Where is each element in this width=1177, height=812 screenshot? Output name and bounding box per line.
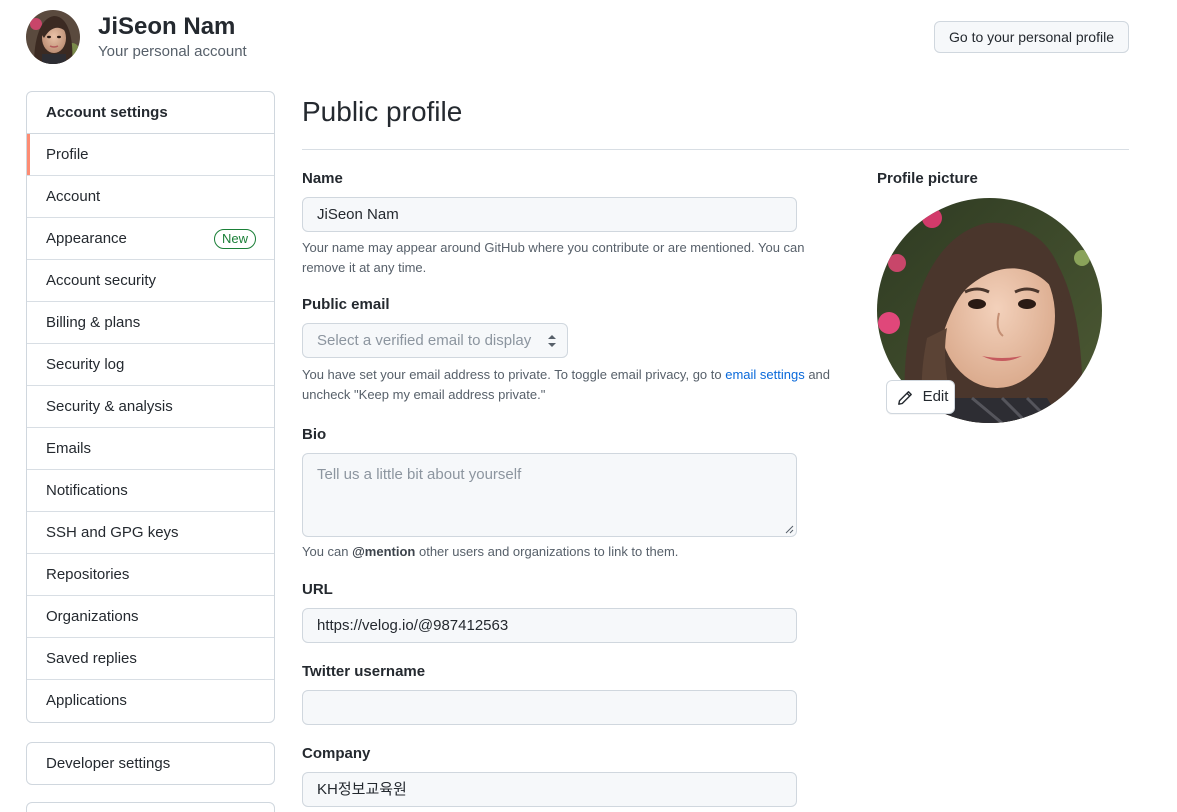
account-header: JiSeon Nam Your personal account Go to y… — [26, 10, 1129, 66]
note-text: other users and organizations to link to… — [415, 544, 679, 559]
avatar[interactable] — [26, 10, 80, 64]
edit-picture-button[interactable]: Edit — [886, 380, 955, 414]
sidebar-item-account[interactable]: Account — [27, 176, 274, 218]
public-email-select[interactable]: Select a verified email to display — [302, 323, 568, 358]
sidebar-item-ssh-gpg-keys[interactable]: SSH and GPG keys — [27, 512, 274, 554]
sidebar-item-label: Account — [46, 188, 101, 205]
sidebar-item-label: Account security — [46, 272, 157, 289]
twitter-input[interactable] — [302, 690, 797, 725]
bio-note: You can @mention other users and organiz… — [302, 542, 832, 562]
sidebar-item-billing[interactable]: Billing & plans — [27, 302, 274, 344]
public-email-label: Public email — [302, 296, 390, 313]
edit-label: Edit — [922, 388, 949, 405]
page-title: Public profile — [302, 96, 463, 127]
account-type-label: Your personal account — [98, 43, 247, 60]
sidebar-heading: Account settings — [27, 92, 274, 134]
settings-sidebar: Account settings Profile Account Appeara… — [26, 91, 275, 723]
company-input[interactable]: KH정보교육원 — [302, 772, 797, 807]
name-label: Name — [302, 170, 343, 187]
sidebar-item-label: Repositories — [46, 566, 130, 583]
sidebar-next-box — [26, 802, 275, 812]
sidebar-item-repositories[interactable]: Repositories — [27, 554, 274, 596]
sidebar-item-label: Appearance — [46, 230, 127, 247]
resize-handle-icon[interactable] — [784, 524, 794, 534]
developer-settings-box: Developer settings — [26, 742, 275, 785]
sidebar-item-emails[interactable]: Emails — [27, 428, 274, 470]
title-divider — [302, 149, 1129, 150]
sidebar-item-label: Billing & plans — [46, 314, 141, 331]
sidebar-item-label: Saved replies — [46, 650, 137, 667]
sidebar-item-security-analysis[interactable]: Security & analysis — [27, 386, 274, 428]
sidebar-item-organizations[interactable]: Organizations — [27, 596, 274, 638]
public-email-note: You have set your email address to priva… — [302, 365, 832, 405]
sidebar-item-label: Organizations — [46, 608, 139, 625]
sidebar-item-label: Applications — [46, 692, 127, 709]
sidebar-item-label: Security & analysis — [46, 398, 173, 415]
name-note: Your name may appear around GitHub where… — [302, 240, 805, 275]
mention-text: @mention — [352, 544, 416, 559]
email-settings-link[interactable]: email settings — [725, 367, 804, 382]
go-to-profile-button[interactable]: Go to your personal profile — [934, 21, 1129, 53]
pencil-icon — [898, 391, 912, 405]
url-label: URL — [302, 581, 333, 598]
sidebar-item-developer-settings[interactable]: Developer settings — [27, 743, 274, 784]
select-caret-icon — [548, 335, 556, 347]
sidebar-item-label: Notifications — [46, 482, 128, 499]
sidebar-item-notifications[interactable]: Notifications — [27, 470, 274, 512]
sidebar-item-label: Security log — [46, 356, 125, 373]
bio-label: Bio — [302, 426, 327, 443]
sidebar-item-profile[interactable]: Profile — [27, 134, 274, 176]
user-name: JiSeon Nam — [98, 13, 236, 40]
name-input[interactable]: JiSeon Nam — [302, 197, 797, 232]
company-label: Company — [302, 745, 371, 762]
note-text: You can — [302, 544, 353, 559]
new-badge: New — [213, 229, 256, 249]
sidebar-item-appearance[interactable]: Appearance New — [27, 218, 274, 260]
note-text: You have set your email address to priva… — [302, 367, 726, 382]
sidebar-item-label: SSH and GPG keys — [46, 524, 179, 541]
sidebar-item-label: Emails — [46, 440, 92, 457]
url-input[interactable]: https://velog.io/@987412563 — [302, 608, 797, 643]
sidebar-item-security-log[interactable]: Security log — [27, 344, 274, 386]
sidebar-item-saved-replies[interactable]: Saved replies — [27, 638, 274, 680]
sidebar-item-applications[interactable]: Applications — [27, 680, 274, 722]
sidebar-item-label: Profile — [46, 146, 89, 163]
sidebar-item-label: Developer settings — [46, 755, 171, 772]
sidebar-item-account-security[interactable]: Account security — [27, 260, 274, 302]
profile-picture-label: Profile picture — [877, 170, 978, 187]
bio-placeholder: Tell us a little bit about yourself — [317, 466, 522, 483]
bio-textarea[interactable]: Tell us a little bit about yourself — [302, 453, 797, 537]
public-email-placeholder: Select a verified email to display — [317, 332, 532, 349]
twitter-label: Twitter username — [302, 663, 426, 680]
